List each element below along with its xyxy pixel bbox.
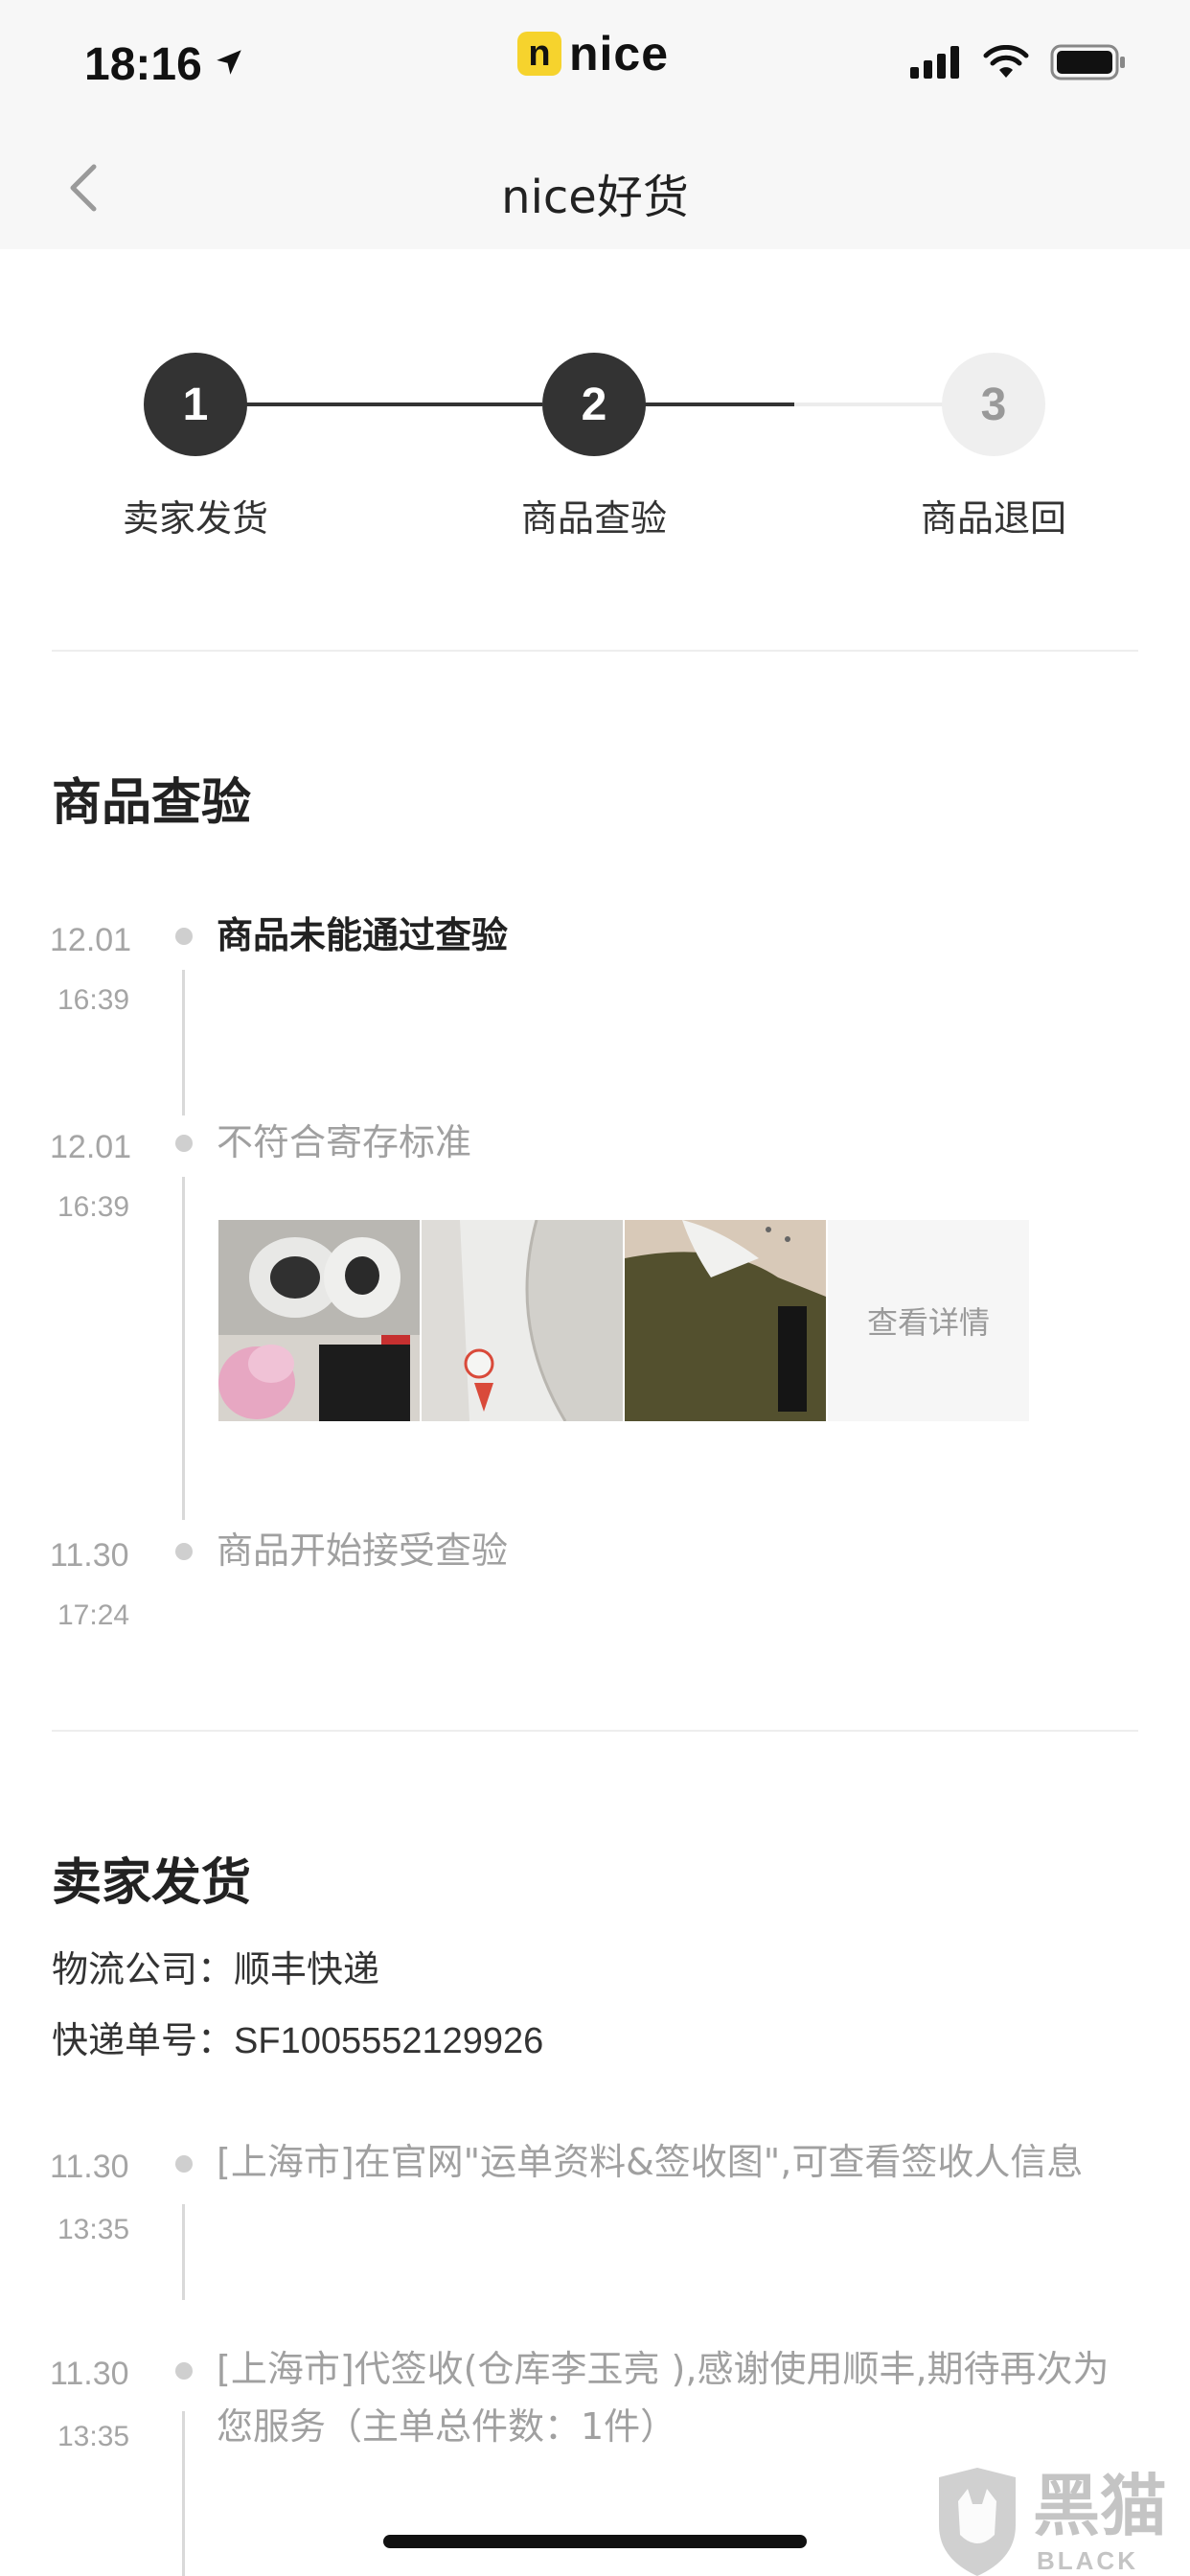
status-bar: 18:16 n nice: [0, 0, 1190, 125]
event-time: 13:35: [57, 2214, 130, 2245]
event-date: 12.01: [50, 1129, 132, 1165]
battery-icon: [1050, 44, 1125, 80]
inspection-photos: 查看详情: [218, 1220, 1033, 1421]
step-3-circle: 3: [942, 353, 1045, 456]
timeline-line: [182, 2204, 185, 2300]
watermark-cn: 黑猫: [1033, 2467, 1167, 2545]
inspection-photo[interactable]: [625, 1220, 826, 1421]
logistics-company: 物流公司：顺丰快递: [52, 1940, 379, 1992]
timeline-dot: [175, 2155, 193, 2173]
step-connector: [794, 402, 944, 406]
signal-icon: [910, 46, 959, 79]
timeline-line: [182, 2411, 185, 2576]
view-details-button[interactable]: 查看详情: [828, 1220, 1029, 1421]
inspection-photo[interactable]: [218, 1220, 420, 1421]
inspection-title: 商品查验: [52, 774, 252, 832]
step-1-label: 卖家发货: [122, 497, 268, 540]
inspection-photo[interactable]: [422, 1220, 623, 1421]
event-time: 16:39: [57, 1191, 130, 1223]
tracking-number-label: 快递单号：: [52, 2019, 235, 2061]
step-3-label: 商品退回: [920, 497, 1066, 540]
home-indicator[interactable]: [383, 2535, 807, 2548]
app-brand: n nice: [517, 27, 670, 80]
logistics-company-label: 物流公司：: [52, 1948, 235, 1990]
timeline-dot: [175, 928, 193, 945]
divider: [52, 1730, 1138, 1732]
event-time: 13:35: [57, 2421, 130, 2452]
status-icons: [910, 44, 1127, 80]
tracking-number: 快递单号：SF1005552129926: [52, 2011, 543, 2063]
logistics-company-value: 顺丰快递: [234, 1948, 380, 1990]
location-arrow-icon: [217, 50, 241, 75]
tracking-number-value: SF1005552129926: [234, 2021, 544, 2061]
brand-name: nice: [569, 27, 670, 80]
progress-stepper: 1 2 3 卖家发货 商品查验 商品退回: [0, 345, 1190, 565]
timeline-dot: [175, 1543, 193, 1560]
brand-badge: n: [517, 32, 561, 76]
event-date: 11.30: [50, 1537, 129, 1574]
cat-shield-icon: [939, 2468, 1016, 2576]
wifi-icon: [983, 45, 1029, 78]
timeline-line: [182, 970, 185, 1116]
step-2-label: 商品查验: [520, 497, 667, 540]
event-text: 商品未能通过查验: [217, 914, 509, 956]
event-text-line: 您服务（主单总件数：1件）: [217, 2405, 677, 2448]
step-connector: [645, 402, 794, 406]
step-1-circle: 1: [144, 353, 247, 456]
step-2-circle: 2: [542, 353, 646, 456]
event-date: 12.01: [50, 922, 132, 958]
page-title: nice好货: [501, 171, 689, 224]
event-time: 17:24: [57, 1599, 130, 1631]
event-text: 商品开始接受查验: [217, 1530, 509, 1572]
timeline-line: [182, 1177, 185, 1520]
event-text: [上海市]代签收(仓库李玉亮 ),感谢使用顺丰,期待再次为 您服务（主单总件数：…: [217, 2340, 1110, 2455]
event-date: 11.30: [50, 2356, 129, 2392]
divider: [52, 650, 1138, 652]
shipping-title: 卖家发货: [52, 1854, 252, 1912]
watermark-en: BLACK CAT: [1037, 2546, 1138, 2575]
nav-bar: nice好货: [0, 125, 1190, 249]
step-connector: [245, 402, 542, 406]
event-time: 16:39: [57, 984, 130, 1016]
event-text-line: [上海市]代签收(仓库李玉亮 ),感谢使用顺丰,期待再次为: [217, 2348, 1110, 2390]
timeline-dot: [175, 2362, 193, 2380]
event-text: 不符合寄存标准: [217, 1121, 472, 1163]
event-text: [上海市]在官网"运单资料&签收图",可查看签收人信息: [217, 2141, 1084, 2183]
status-time: 18:16: [84, 39, 202, 90]
timeline-dot: [175, 1135, 193, 1152]
event-date: 11.30: [50, 2149, 129, 2185]
black-cat-watermark: 黑猫 BLACK CAT: [929, 2468, 1190, 2576]
